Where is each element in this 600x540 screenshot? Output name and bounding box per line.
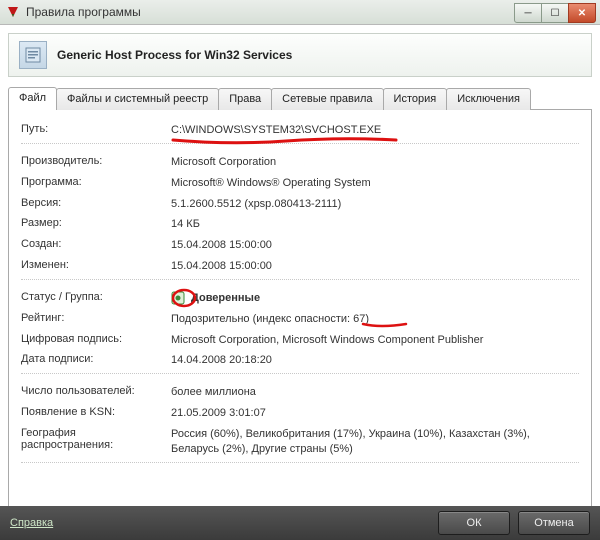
row-signdate: Дата подписи: 14.04.2008 20:18:20 <box>21 350 579 374</box>
label-created: Создан: <box>21 238 171 250</box>
value-ksn: 21.05.2009 3:01:07 <box>171 406 579 421</box>
tab-rights[interactable]: Права <box>218 88 272 110</box>
trusted-icon <box>171 291 185 305</box>
close-button[interactable]: ✕ <box>568 3 596 23</box>
rules-window: Правила программы ─ ☐ ✕ Generic Host Pro… <box>0 0 600 540</box>
tab-file[interactable]: Файл <box>8 87 57 110</box>
tab-history[interactable]: История <box>383 88 448 110</box>
value-created: 15.04.2008 15:00:00 <box>171 238 579 253</box>
row-geo: География распространения: Россия (60%),… <box>21 424 579 463</box>
row-signature: Цифровая подпись: Microsoft Corporation,… <box>21 330 579 351</box>
row-vendor: Производитель: Microsoft Corporation <box>21 152 579 173</box>
label-signature: Цифровая подпись: <box>21 333 171 345</box>
value-rating: Подозрительно (индекс опасности: 67) <box>171 312 579 327</box>
tab-strip: Файл Файлы и системный реестр Права Сете… <box>8 87 592 109</box>
value-users: более миллиона <box>171 385 579 400</box>
value-modified: 15.04.2008 15:00:00 <box>171 259 579 274</box>
label-geo: География распространения: <box>21 427 171 451</box>
cancel-button[interactable]: Отмена <box>518 511 590 535</box>
trusted-label: Доверенные <box>191 291 260 306</box>
ok-button[interactable]: ОК <box>438 511 510 535</box>
row-modified: Изменен: 15.04.2008 15:00:00 <box>21 256 579 280</box>
titlebar: Правила программы ─ ☐ ✕ <box>0 0 600 25</box>
header-title: Generic Host Process for Win32 Services <box>57 48 292 62</box>
program-icon <box>19 41 47 69</box>
row-path: Путь: C:\WINDOWS\SYSTEM32\SVCHOST.EXE <box>21 120 579 144</box>
row-users: Число пользователей: более миллиона <box>21 382 579 403</box>
label-program: Программа: <box>21 176 171 188</box>
value-status: Доверенные <box>171 291 579 306</box>
row-rating: Рейтинг: Подозрительно (индекс опасности… <box>21 309 579 330</box>
header-panel: Generic Host Process for Win32 Services <box>8 33 592 77</box>
maximize-button[interactable]: ☐ <box>542 3 568 23</box>
row-created: Создан: 15.04.2008 15:00:00 <box>21 235 579 256</box>
tab-content: Путь: C:\WINDOWS\SYSTEM32\SVCHOST.EXE Пр… <box>8 109 592 509</box>
label-status: Статус / Группа: <box>21 291 171 303</box>
label-signdate: Дата подписи: <box>21 353 171 365</box>
value-path: C:\WINDOWS\SYSTEM32\SVCHOST.EXE <box>171 123 579 138</box>
label-rating: Рейтинг: <box>21 312 171 324</box>
label-users: Число пользователей: <box>21 385 171 397</box>
window-title: Правила программы <box>26 5 141 19</box>
window-controls: ─ ☐ ✕ <box>514 3 596 21</box>
help-link[interactable]: Справка <box>10 517 53 529</box>
label-modified: Изменен: <box>21 259 171 271</box>
value-signature: Microsoft Corporation, Microsoft Windows… <box>171 333 579 348</box>
row-program: Программа: Microsoft® Windows® Operating… <box>21 173 579 194</box>
minimize-button[interactable]: ─ <box>514 3 542 23</box>
label-version: Версия: <box>21 197 171 209</box>
value-program: Microsoft® Windows® Operating System <box>171 176 579 191</box>
value-size: 14 КБ <box>171 217 579 232</box>
footer-bar: Справка ОК Отмена <box>0 506 600 540</box>
kaspersky-icon <box>6 5 20 19</box>
label-ksn: Появление в KSN: <box>21 406 171 418</box>
value-signdate: 14.04.2008 20:18:20 <box>171 353 579 368</box>
label-path: Путь: <box>21 123 171 135</box>
row-size: Размер: 14 КБ <box>21 214 579 235</box>
label-vendor: Производитель: <box>21 155 171 167</box>
tab-network[interactable]: Сетевые правила <box>271 88 383 110</box>
tab-registry[interactable]: Файлы и системный реестр <box>56 88 219 110</box>
value-vendor: Microsoft Corporation <box>171 155 579 170</box>
row-version: Версия: 5.1.2600.5512 (xpsp.080413-2111) <box>21 194 579 215</box>
tab-exclusions[interactable]: Исключения <box>446 88 531 110</box>
footer-buttons: ОК Отмена <box>438 511 590 535</box>
value-geo: Россия (60%), Великобритания (17%), Укра… <box>171 427 579 457</box>
value-version: 5.1.2600.5512 (xpsp.080413-2111) <box>171 197 579 212</box>
label-size: Размер: <box>21 217 171 229</box>
row-status: Статус / Группа: Доверенные <box>21 288 579 309</box>
row-ksn: Появление в KSN: 21.05.2009 3:01:07 <box>21 403 579 424</box>
